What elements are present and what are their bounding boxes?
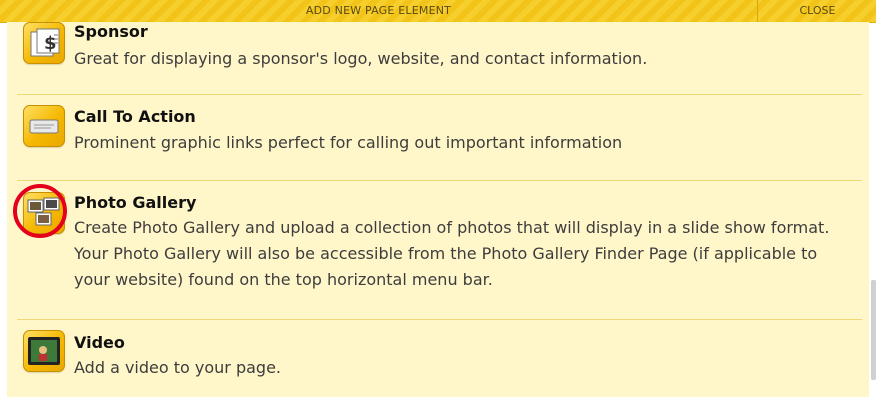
close-button[interactable]: CLOSE bbox=[757, 0, 876, 22]
sponsor-dollar-icon: $ bbox=[23, 22, 65, 64]
page-element-list: $ Sponsor Great for displaying a sponsor… bbox=[7, 22, 869, 397]
dialog-title: ADD NEW PAGE ELEMENT bbox=[305, 4, 452, 17]
scrollbar[interactable] bbox=[871, 280, 876, 380]
element-description: Add a video to your page. bbox=[74, 358, 281, 377]
element-name: Video bbox=[74, 333, 125, 352]
list-item-call-to-action[interactable]: Call To Action Prominent graphic links p… bbox=[7, 95, 862, 181]
list-item-photo-gallery[interactable]: Photo Gallery Create Photo Gallery and u… bbox=[7, 181, 862, 320]
highlight-circle bbox=[13, 184, 67, 238]
video-icon bbox=[23, 330, 65, 372]
element-name: Photo Gallery bbox=[74, 193, 197, 212]
list-item-sponsor[interactable]: $ Sponsor Great for displaying a sponsor… bbox=[7, 22, 862, 95]
list-item-video[interactable]: Video Add a video to your page. bbox=[7, 320, 859, 397]
element-description: Create Photo Gallery and upload a collec… bbox=[74, 218, 830, 289]
element-name: Call To Action bbox=[74, 107, 196, 126]
dialog-header: ADD NEW PAGE ELEMENT CLOSE bbox=[0, 0, 876, 23]
element-description: Prominent graphic links perfect for call… bbox=[74, 133, 623, 152]
element-name: Sponsor bbox=[74, 22, 148, 41]
call-to-action-icon bbox=[23, 105, 65, 147]
element-description: Great for displaying a sponsor's logo, w… bbox=[74, 49, 648, 68]
